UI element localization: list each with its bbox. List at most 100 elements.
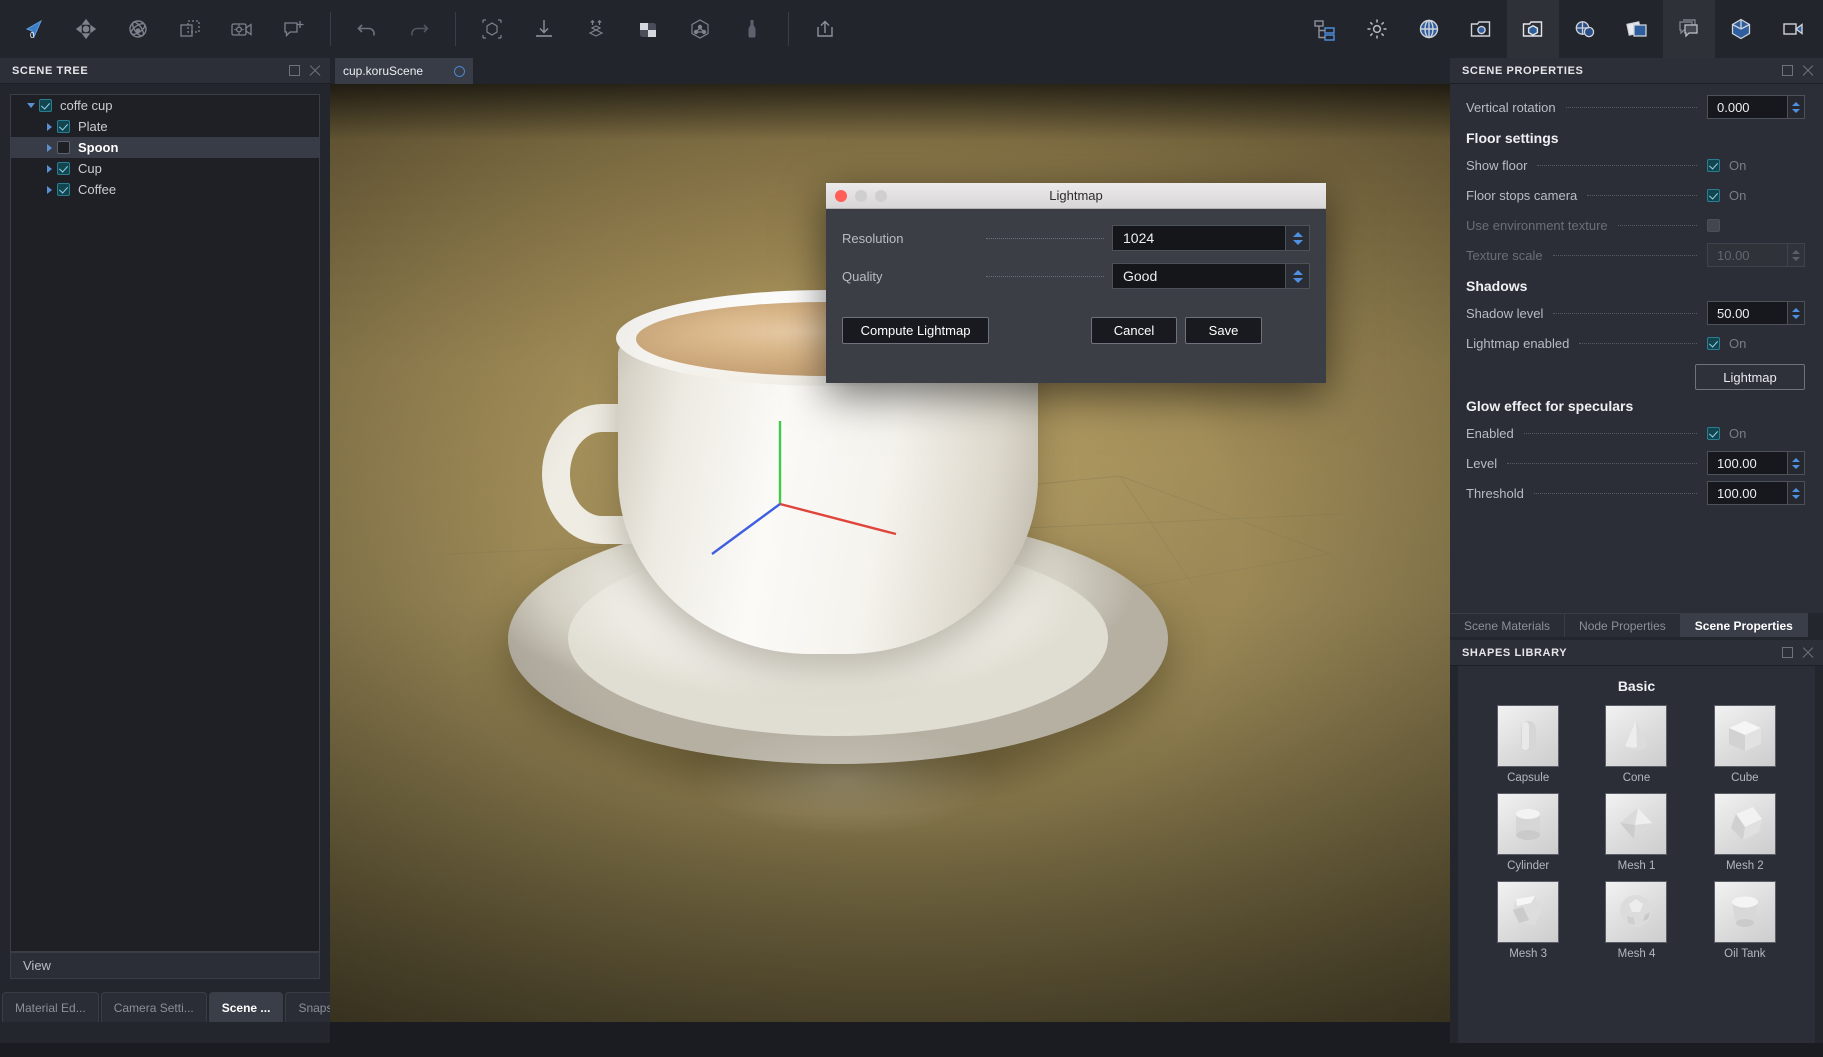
pivot-icon[interactable] [674,0,726,58]
quality-row: Quality Good [826,263,1326,289]
resolution-select[interactable]: 1024 [1112,225,1310,251]
shapes-library-icon[interactable] [1507,0,1559,58]
quality-select[interactable]: Good [1112,263,1310,289]
cube-icon[interactable] [1715,0,1767,58]
scene-tree-list[interactable]: coffe cup Plate Spoon Cup Coffee [10,94,320,952]
tab-camera-settings[interactable]: Camera Setti... [101,992,207,1022]
glow-threshold-input[interactable]: 100.00 [1707,481,1805,505]
save-button[interactable]: Save [1185,317,1262,344]
zoom-button[interactable] [875,190,887,202]
camera-library-icon[interactable] [1455,0,1507,58]
close-icon[interactable] [1801,646,1815,660]
gear-icon[interactable] [1351,0,1403,58]
chevron-down-icon[interactable] [23,103,39,108]
undo-icon[interactable] [341,0,393,58]
lightmap-dialog[interactable]: Lightmap Resolution 1024 Quality Good [826,183,1326,383]
chevron-right-icon[interactable] [41,123,57,131]
view-bar[interactable]: View [10,952,320,979]
floor-stops-camera-control[interactable]: On [1707,188,1805,203]
tree-node-row[interactable]: Spoon [11,137,319,158]
close-icon[interactable] [308,64,322,78]
chevron-right-icon[interactable] [41,186,57,194]
node-visibility-checkbox[interactable] [39,99,52,112]
compute-lightmap-button[interactable]: Compute Lightmap [842,317,989,344]
glow-level-input[interactable]: 100.00 [1707,451,1805,475]
scene-tree-icon[interactable] [1299,0,1351,58]
vertical-rotation-stepper[interactable] [1787,96,1804,118]
lightmap-enabled-checkbox[interactable] [1707,337,1720,350]
tab-material-editor[interactable]: Material Ed... [2,992,99,1022]
tab-node-properties[interactable]: Node Properties [1565,613,1681,637]
bounding-box-icon[interactable] [466,0,518,58]
chevron-right-icon[interactable] [41,144,57,152]
shape-item-cube[interactable]: Cube [1691,700,1799,788]
snapshots-icon[interactable] [1611,0,1663,58]
explode-icon[interactable] [570,0,622,58]
shape-item-mesh-1[interactable]: Mesh 1 [1582,788,1690,876]
tab-scene-materials[interactable]: Scene Materials [1450,613,1565,637]
shape-item-cylinder[interactable]: Cylinder [1474,788,1582,876]
vertical-rotation-input[interactable]: 0.000 [1707,95,1805,119]
glow-threshold-stepper[interactable] [1787,482,1804,504]
tab-scene-properties[interactable]: Scene Properties [1681,613,1808,637]
open-lightmap-button[interactable]: Lightmap [1695,364,1805,390]
resolution-stepper[interactable] [1285,226,1309,250]
redo-icon[interactable] [393,0,445,58]
glow-level-stepper[interactable] [1787,452,1804,474]
tab-scene-tree[interactable]: Scene ... [209,992,284,1022]
dot-leader [1537,165,1697,166]
maximize-icon[interactable] [1782,65,1793,76]
checker-icon[interactable] [622,0,674,58]
shapes-grid-container[interactable]: Basic Capsule Cone [1458,666,1815,1057]
shape-item-mesh-2[interactable]: Mesh 2 [1691,788,1799,876]
shape-item-cone[interactable]: Cone [1582,700,1690,788]
drop-to-floor-icon[interactable] [518,0,570,58]
node-visibility-checkbox[interactable] [57,141,70,154]
add-note-icon[interactable] [268,0,320,58]
document-tab[interactable]: cup.koruScene [335,58,473,84]
lightmap-enabled-control[interactable]: On [1707,336,1805,351]
tree-node-row[interactable]: Plate [11,116,319,137]
minimize-button[interactable] [855,190,867,202]
floor-stops-camera-checkbox[interactable] [1707,189,1720,202]
node-visibility-checkbox[interactable] [57,162,70,175]
node-visibility-checkbox[interactable] [57,120,70,133]
duplicate-icon[interactable] [164,0,216,58]
quality-stepper[interactable] [1285,264,1309,288]
tree-node-row[interactable]: Coffee [11,179,319,200]
select-arrow-icon[interactable]: 0 [8,0,60,58]
dot-leader [1587,195,1697,196]
scene-properties-list[interactable]: Vertical rotation 0.000 Floor settings S… [1450,84,1823,613]
bottle-icon[interactable] [726,0,778,58]
move-icon[interactable] [60,0,112,58]
shape-item-mesh-3[interactable]: Mesh 3 [1474,876,1582,964]
camera-settings-icon[interactable] [216,0,268,58]
rotate-icon[interactable] [112,0,164,58]
shadow-level-input[interactable]: 50.00 [1707,301,1805,325]
cancel-button[interactable]: Cancel [1091,317,1177,344]
tree-node-row[interactable]: Cup [11,158,319,179]
shape-item-mesh-4[interactable]: Mesh 4 [1582,876,1690,964]
glow-enabled-control[interactable]: On [1707,426,1805,441]
close-button[interactable] [835,190,847,202]
glow-enabled-checkbox[interactable] [1707,427,1720,440]
dialog-titlebar[interactable]: Lightmap [826,183,1326,209]
annotations-icon[interactable] [1663,0,1715,58]
shape-item-capsule[interactable]: Capsule [1474,700,1582,788]
render-icon[interactable] [1767,0,1819,58]
show-floor-control[interactable]: On [1707,158,1805,173]
panel-header-buttons [1782,64,1815,78]
shadow-level-stepper[interactable] [1787,302,1804,324]
tree-node-row[interactable]: coffe cup [11,95,319,116]
maximize-icon[interactable] [1782,647,1793,658]
environment-icon[interactable] [1403,0,1455,58]
chevron-right-icon[interactable] [41,165,57,173]
maximize-icon[interactable] [289,65,300,76]
materials-library-icon[interactable] [1559,0,1611,58]
show-floor-checkbox[interactable] [1707,159,1720,172]
shape-item-oil-tank[interactable]: Oil Tank [1691,876,1799,964]
node-visibility-checkbox[interactable] [57,183,70,196]
close-icon[interactable] [1801,64,1815,78]
share-icon[interactable] [799,0,851,58]
app-window: 0 [0,0,1823,1057]
